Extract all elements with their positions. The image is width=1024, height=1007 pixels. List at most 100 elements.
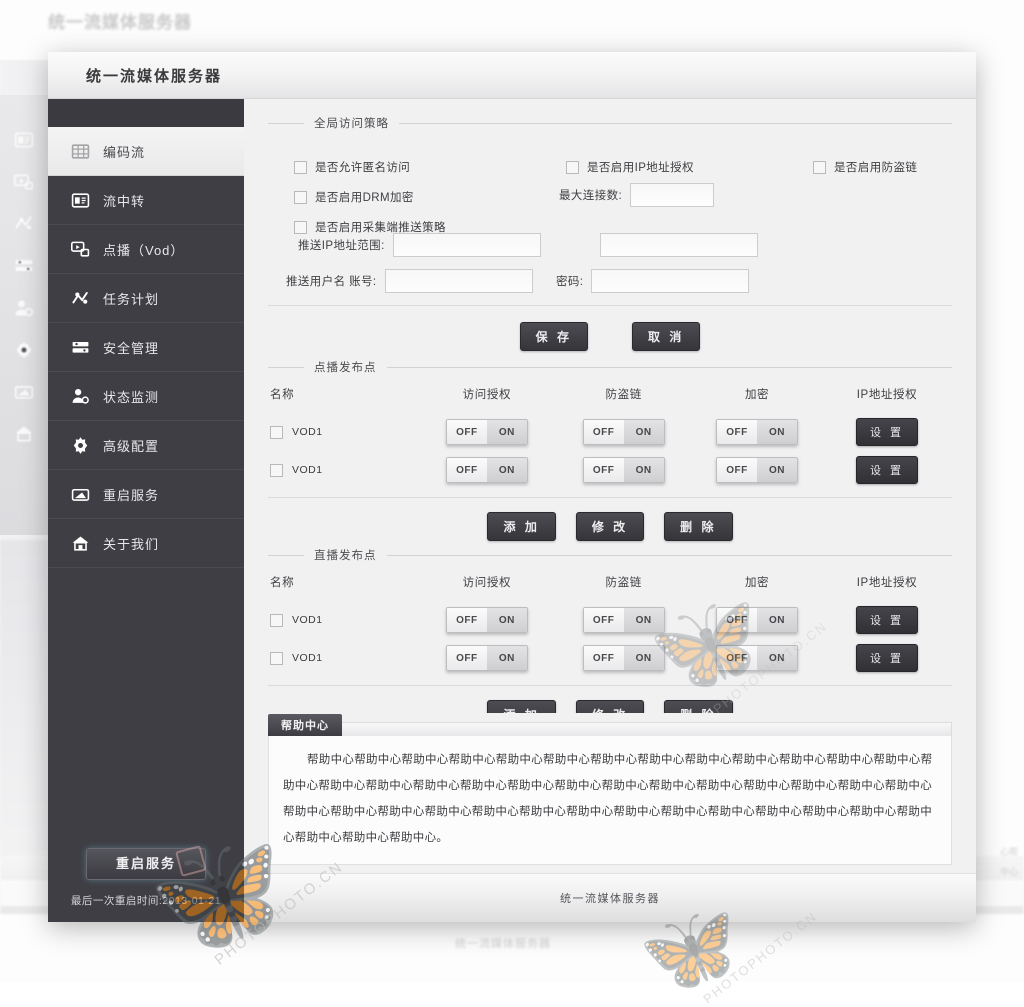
- cell-ip-auth: 设 置: [822, 639, 952, 677]
- live-legend: 直播发布点: [314, 550, 377, 562]
- help-center-tab[interactable]: 帮助中心: [268, 714, 342, 736]
- toggle-access-auth[interactable]: OFF ON: [445, 607, 528, 633]
- toggle-anti-leech[interactable]: OFF ON: [582, 645, 665, 671]
- sidebar-item-status-monitor[interactable]: 状态监测: [48, 372, 244, 421]
- cell-anti-leech: OFF ON: [555, 601, 692, 639]
- toggle-off-label: OFF: [446, 608, 487, 632]
- sidebar-item-security[interactable]: 安全管理: [48, 323, 244, 372]
- vod-legend: 点播发布点: [314, 362, 377, 374]
- sidebar-item-task-plan[interactable]: 任务计划: [48, 274, 244, 323]
- toggle-access-auth[interactable]: OFF ON: [445, 419, 528, 445]
- sidebar-item-restart-service[interactable]: 重启服务: [48, 470, 244, 519]
- sidebar-item-about-us[interactable]: 关于我们: [48, 519, 244, 568]
- push-ip-range-input[interactable]: [392, 233, 541, 257]
- ip-auth-settings-button[interactable]: 设 置: [855, 456, 919, 484]
- live-modify-button[interactable]: 修 改: [575, 700, 645, 713]
- push-username-input[interactable]: [384, 269, 533, 293]
- sidebar-item-vod[interactable]: 点播（Vod）: [48, 225, 244, 274]
- checkbox-box[interactable]: [813, 160, 826, 174]
- app-title: 统一流媒体服务器: [86, 67, 223, 85]
- checkbox-box[interactable]: [294, 220, 307, 234]
- row-select-checkbox[interactable]: [270, 425, 283, 439]
- sidebar-item-label: 安全管理: [103, 340, 160, 356]
- toggle-encryption[interactable]: OFF ON: [716, 419, 799, 445]
- sidebar-item-encoding-stream[interactable]: 编码流: [48, 127, 244, 176]
- cell-access-auth: OFF ON: [418, 451, 555, 489]
- ip-auth-settings-button[interactable]: 设 置: [855, 606, 919, 634]
- vod-screen-icon: [71, 241, 90, 257]
- checkbox-drm-encryption[interactable]: 是否启用DRM加密: [294, 189, 414, 205]
- cell-access-auth: OFF ON: [418, 601, 555, 639]
- task-plan-icon: [72, 291, 88, 304]
- toggle-on-label: ON: [623, 646, 664, 670]
- title-bar: 统一流媒体服务器: [48, 52, 976, 99]
- push-password-input[interactable]: [591, 269, 750, 293]
- save-button[interactable]: 保 存: [519, 322, 588, 351]
- row-name-cell: VOD1: [268, 413, 418, 451]
- ip-auth-settings-button[interactable]: 设 置: [855, 418, 919, 446]
- toggle-off-label: OFF: [446, 420, 487, 444]
- sidebar-top-spacer: [48, 99, 244, 127]
- checkbox-box[interactable]: [294, 160, 307, 174]
- user-monitor-icon: [15, 300, 34, 317]
- restart-service-button[interactable]: 重启服务: [86, 848, 206, 880]
- toggle-off-label: OFF: [583, 608, 624, 632]
- background-app-title: 统一流媒体服务器: [48, 13, 192, 32]
- toggle-on-label: ON: [623, 458, 664, 482]
- grid-stream-icon: [71, 143, 90, 159]
- row-name-label: VOD1: [292, 614, 323, 626]
- push-ip-range-label: 推送IP地址范围:: [298, 240, 385, 252]
- checkbox-box[interactable]: [294, 190, 307, 204]
- live-delete-button[interactable]: 删 除: [664, 700, 733, 713]
- cell-access-auth: OFF ON: [418, 639, 555, 677]
- max-connections-input[interactable]: [630, 183, 715, 207]
- sidebar-item-advanced-config[interactable]: 高级配置: [48, 421, 244, 470]
- toggle-access-auth[interactable]: OFF ON: [445, 457, 528, 483]
- toggle-access-auth[interactable]: OFF ON: [445, 645, 528, 671]
- column-header-name: 名称: [270, 577, 295, 589]
- row-select-checkbox[interactable]: [270, 463, 283, 477]
- content-scroll: 全局访问策略 是否允许匿名访问 是否启用DRM加密 是否启用采集端推送策略 是否…: [244, 99, 976, 713]
- toggle-anti-leech[interactable]: OFF ON: [582, 419, 665, 445]
- toggle-on-label: ON: [757, 646, 798, 670]
- checkbox-anti-leech[interactable]: 是否启用防盗链: [813, 159, 917, 175]
- cancel-button[interactable]: 取 消: [632, 322, 701, 351]
- toggle-on-label: ON: [623, 608, 664, 632]
- live-separator: [268, 685, 952, 686]
- vod-add-button[interactable]: 添 加: [487, 512, 556, 541]
- vod-modify-button[interactable]: 修 改: [575, 512, 645, 541]
- checkbox-anonymous-access[interactable]: 是否允许匿名访问: [294, 159, 410, 175]
- window-footer: 统一流媒体服务器: [244, 873, 976, 922]
- policy-action-row: 保 存 取 消: [268, 322, 952, 351]
- push-ip-range-input-2[interactable]: [600, 233, 758, 257]
- sidebar-item-label: 点播（Vod）: [103, 242, 185, 258]
- toggle-encryption[interactable]: OFF ON: [716, 607, 799, 633]
- sidebar-item-label: 流中转: [103, 193, 146, 209]
- help-text: 帮助中心帮助中心帮助中心帮助中心帮助中心帮助中心帮助中心帮助中心帮助中心帮助中心…: [283, 754, 933, 844]
- vod-delete-button[interactable]: 删 除: [664, 512, 733, 541]
- row-select-checkbox[interactable]: [270, 613, 283, 627]
- max-connections-field-group: 最大连接数:: [559, 183, 715, 207]
- legend-rule-left: [268, 122, 304, 124]
- live-add-button[interactable]: 添 加: [487, 700, 556, 713]
- toggle-anti-leech[interactable]: OFF ON: [582, 457, 665, 483]
- checkbox-label: 是否启用DRM加密: [315, 192, 414, 204]
- toggle-anti-leech[interactable]: OFF ON: [582, 607, 665, 633]
- ip-auth-settings-button[interactable]: 设 置: [855, 644, 919, 672]
- toggle-off-label: OFF: [717, 458, 758, 482]
- cell-access-auth: OFF ON: [418, 413, 555, 451]
- toggle-encryption[interactable]: OFF ON: [716, 457, 799, 483]
- task-plan-icon: [15, 216, 32, 230]
- legend-rule-right: [386, 554, 952, 556]
- toggle-off-label: OFF: [583, 420, 624, 444]
- toggle-encryption[interactable]: OFF ON: [716, 645, 799, 671]
- row-name-label: VOD1: [292, 426, 323, 438]
- checkbox-ip-authorization[interactable]: 是否启用IP地址授权: [566, 159, 694, 175]
- cell-encryption: OFF ON: [692, 601, 822, 639]
- footer-title: 统一流媒体服务器: [560, 893, 660, 905]
- vod-separator: [268, 497, 952, 498]
- row-name-cell: VOD1: [268, 601, 418, 639]
- sidebar-item-stream-relay[interactable]: 流中转: [48, 176, 244, 225]
- row-select-checkbox[interactable]: [270, 651, 283, 665]
- checkbox-box[interactable]: [566, 160, 579, 174]
